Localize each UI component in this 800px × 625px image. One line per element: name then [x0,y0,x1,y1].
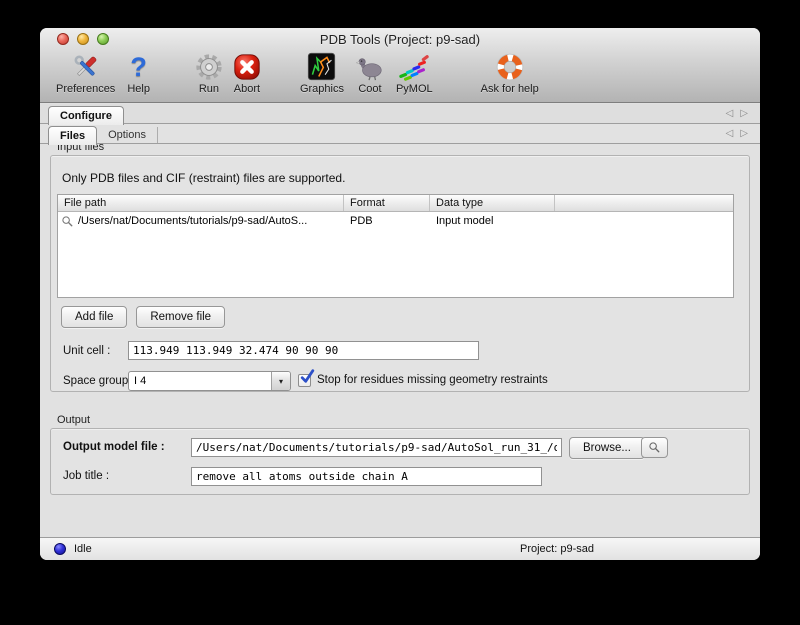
magnifier-icon [61,215,74,228]
app-window: PDB Tools (Project: p9-sad) [40,28,760,560]
browse-button[interactable]: Browse... [569,437,645,459]
tab-options[interactable]: Options [97,127,158,143]
abort-x-icon [232,50,262,83]
tab-label: Options [108,129,146,141]
tab-scroll-left-icon[interactable]: ◁ [726,128,734,140]
question-mark-icon: ? [130,50,147,83]
input-files-groupbox: Only PDB files and CIF (restraint) files… [50,155,750,392]
tools-icon [71,50,101,83]
window-chrome: PDB Tools (Project: p9-sad) [40,28,760,103]
output-model-file-input[interactable] [191,438,562,457]
project-name: Project: p9-sad [520,543,594,555]
table-header: File path Format Data type [58,195,733,212]
space-group-value: I 4 [129,372,271,390]
output-section-label: Output [57,414,90,426]
cell-file-path: /Users/nat/Documents/tutorials/p9-sad/Au… [78,215,307,227]
space-group-label: Space group : [63,375,135,387]
space-group-combobox[interactable]: I 4 ▾ [128,371,291,391]
tab-label: Configure [60,110,112,122]
unit-cell-label: Unit cell : [63,345,110,357]
combo-dropdown-button[interactable]: ▾ [271,372,290,390]
toolbar-button-graphics[interactable]: Graphics [300,50,344,95]
status-indicator-icon [54,543,66,555]
checkbox-label: Stop for residues missing geometry restr… [317,374,548,386]
toolbar-label: Ask for help [481,83,539,95]
output-model-file-label: Output model file : [63,441,165,453]
toolbar-label: PyMOL [396,83,433,95]
toolbar-button-run[interactable]: Run [194,50,224,95]
remove-file-button[interactable]: Remove file [136,306,225,328]
toolbar-label: Abort [234,83,260,95]
job-title-label: Job title : [63,470,109,482]
tab-configure[interactable]: Configure [48,106,124,125]
toolbar-button-preferences[interactable]: Preferences [56,50,115,95]
toolbar-button-abort[interactable]: Abort [232,50,262,95]
tab-files[interactable]: Files [48,126,97,145]
chevron-down-icon: ▾ [279,377,283,386]
unit-cell-input[interactable] [128,341,479,360]
toolbar: Preferences ? Help Run [40,50,760,102]
toolbar-label: Preferences [56,83,115,95]
status-text: Idle [74,543,92,555]
toolbar-button-coot[interactable]: Coot [354,50,386,95]
tab-label: Files [60,130,85,142]
tab-scroll-left-icon[interactable]: ◁ [726,108,734,120]
coot-bird-icon [354,50,386,83]
configure-tab-bar: Configure ◁ ▷ [40,104,760,124]
status-bar: Idle Project: p9-sad [40,537,760,560]
column-header-file-path[interactable]: File path [58,195,344,211]
gear-icon [194,50,224,83]
column-header-empty [555,195,733,211]
tab-scroll-right-icon[interactable]: ▷ [740,128,748,140]
toolbar-button-pymol[interactable]: PyMOL [396,50,433,95]
view-file-button[interactable] [641,437,668,458]
toolbar-button-help[interactable]: ? Help [127,50,150,95]
cell-format: PDB [344,215,430,227]
files-page: Input files Only PDB files and CIF (rest… [40,144,760,537]
toolbar-button-ask-for-help[interactable]: Ask for help [481,50,539,95]
toolbar-label: Run [199,83,219,95]
toolbar-label: Coot [358,83,381,95]
molecule-graphics-icon [307,50,336,83]
titlebar[interactable]: PDB Tools (Project: p9-sad) [40,28,760,50]
add-file-button[interactable]: Add file [61,306,127,328]
pages-tab-bar: Files Options ◁ ▷ [40,124,760,144]
toolbar-label: Help [127,83,150,95]
stop-for-residues-checkbox-row[interactable]: Stop for residues missing geometry restr… [298,372,548,387]
table-row[interactable]: /Users/nat/Documents/tutorials/p9-sad/Au… [58,212,733,230]
pymol-ribbon-icon [398,50,430,83]
toolbar-label: Graphics [300,83,344,95]
tab-scroll-right-icon[interactable]: ▷ [740,108,748,120]
output-groupbox: Output model file : Browse... Job title … [50,428,750,495]
magnifier-icon [648,441,661,454]
checkbox-checked-icon[interactable] [298,374,311,387]
lifebuoy-icon [495,50,525,83]
window-title: PDB Tools (Project: p9-sad) [40,32,760,47]
cell-data-type: Input model [430,215,555,227]
input-files-table: File path Format Data type /Users/nat/ [57,194,734,298]
column-header-data-type[interactable]: Data type [430,195,555,211]
supported-files-notice: Only PDB files and CIF (restraint) files… [62,171,345,185]
job-title-input[interactable] [191,467,542,486]
column-header-format[interactable]: Format [344,195,430,211]
